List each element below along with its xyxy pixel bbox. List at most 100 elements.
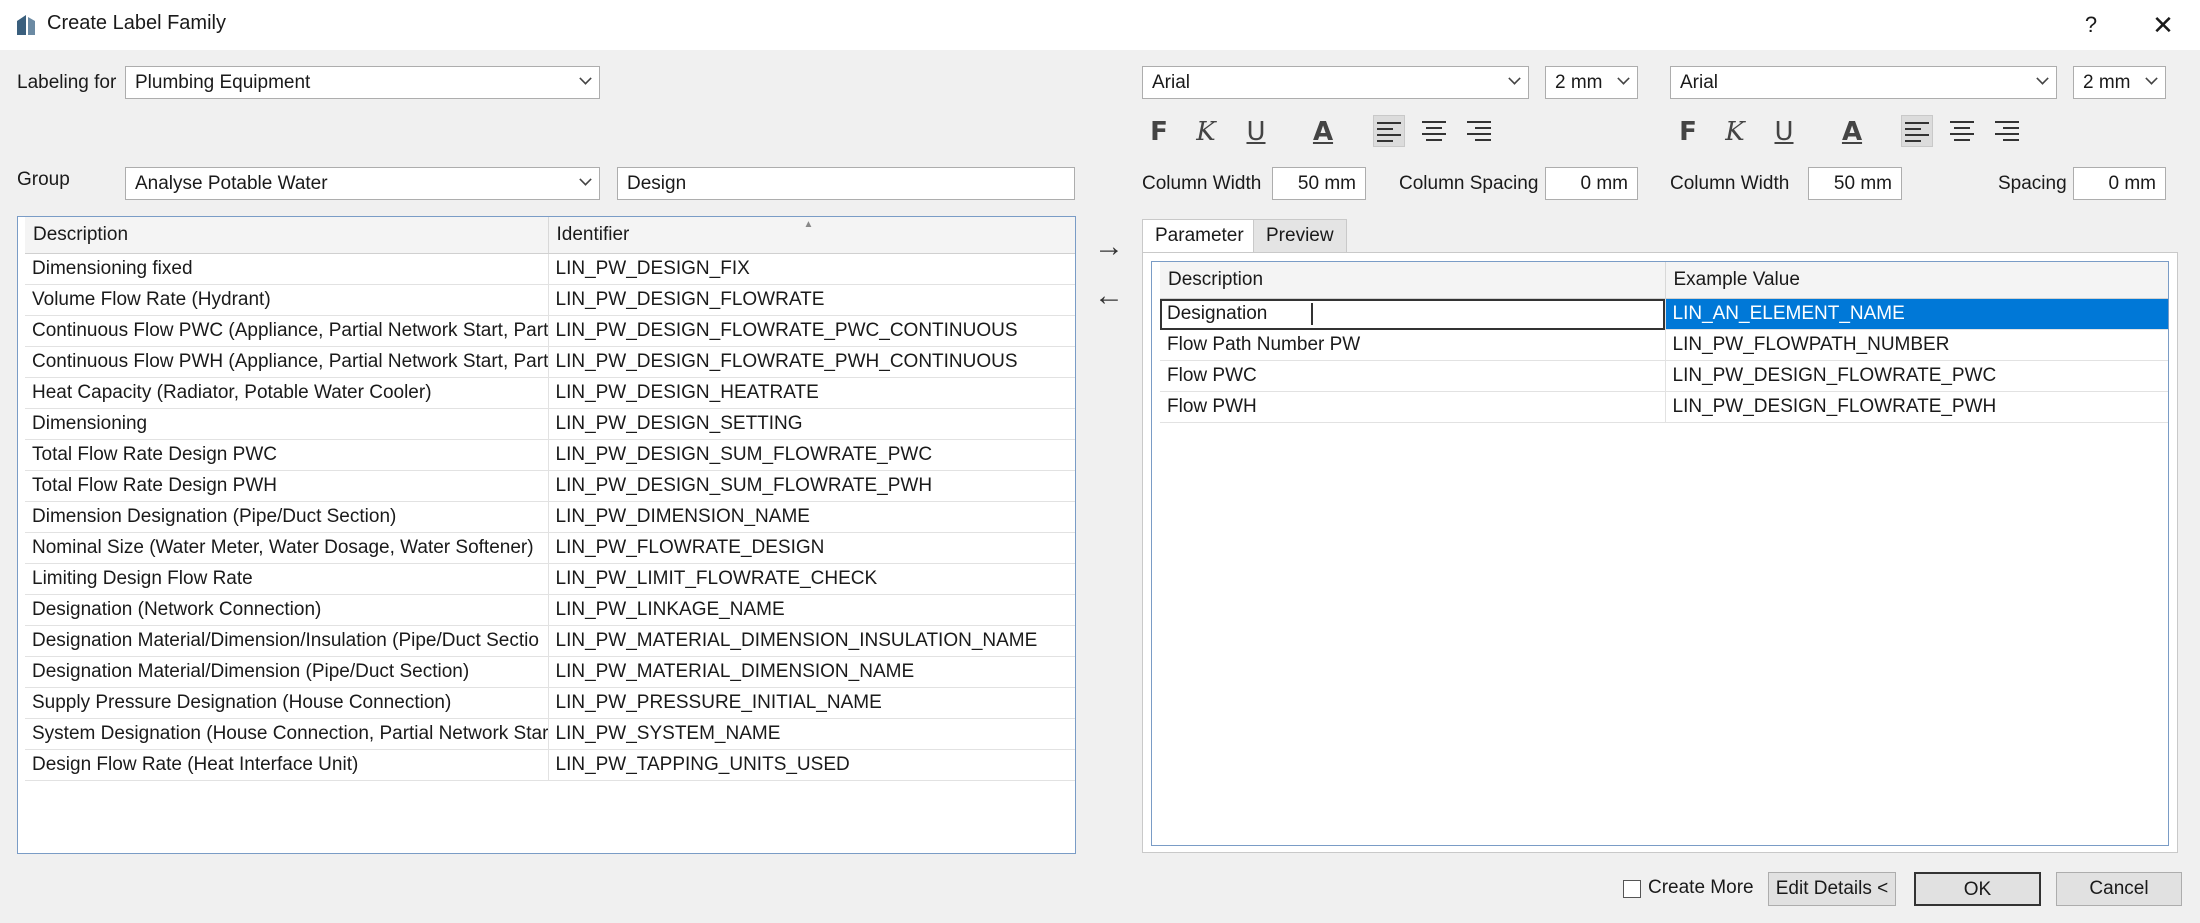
selected-parameters-list[interactable]: Description Example Value Designation LIN… [1151,261,2169,846]
window-title: Create Label Family [47,12,226,34]
left-font-family-dropdown[interactable]: Arial [1142,66,1529,99]
right-bold-button[interactable]: F [1672,116,1704,148]
left-font-color-button[interactable]: A [1307,116,1339,148]
right-underline-button[interactable]: U [1768,116,1800,148]
left-column-width-input[interactable]: 50 mm [1272,167,1366,200]
labeling-for-dropdown[interactable]: Plumbing Equipment [125,66,600,99]
group-filter-input[interactable]: Design [617,167,1075,200]
row-description: Designation Material/Dimension (Pipe/Duc… [25,656,549,688]
column-header-example-value[interactable]: Example Value [1665,262,2168,299]
table-row[interactable]: Limiting Design Flow Rate LIN_PW_LIMIT_FL… [25,563,1075,595]
chevron-down-icon [2036,72,2049,85]
column-header-description[interactable]: Description [1160,262,1666,299]
align-right-icon [1467,121,1491,141]
column-header-identifier-label: Identifier [556,224,630,245]
left-underline-button[interactable]: U [1240,116,1272,148]
table-row[interactable]: System Designation (House Connection, Pa… [25,718,1075,750]
table-row[interactable]: Dimensioning LIN_PW_DESIGN_SETTING [25,408,1075,440]
left-column-width-label: Column Width [1142,173,1262,194]
left-font-size-value: 2 mm [1555,72,1603,93]
left-align-left-button[interactable] [1373,115,1405,147]
add-parameter-button[interactable]: → [1089,232,1129,266]
row-description: Dimensioning fixed [25,253,549,285]
table-row[interactable]: Designation Material/Dimension/Insulatio… [25,625,1075,657]
create-more-checkbox[interactable] [1623,880,1641,898]
align-center-icon [1950,121,1974,141]
group-label: Group [17,169,70,190]
left-italic-button[interactable]: K [1190,116,1222,148]
row-description: Continuous Flow PWH (Appliance, Partial … [25,346,549,378]
right-column-width-input[interactable]: 50 mm [1808,167,1902,200]
align-center-icon [1422,121,1446,141]
table-row[interactable]: Continuous Flow PWC (Appliance, Partial … [25,315,1075,347]
table-row[interactable]: Flow PWC LIN_PW_DESIGN_FLOWRATE_PWC [1160,360,2168,392]
column-header-description[interactable]: Description [25,217,549,254]
tab-parameter[interactable]: Parameter [1142,219,1257,253]
cancel-button[interactable]: Cancel [2056,872,2182,906]
left-align-center-button[interactable] [1418,115,1450,147]
table-row[interactable]: Nominal Size (Water Meter, Water Dosage,… [25,532,1075,564]
table-row[interactable]: Supply Pressure Designation (House Conne… [25,687,1075,719]
edit-details-button[interactable]: Edit Details < [1768,872,1896,906]
right-font-family-dropdown[interactable]: Arial [1670,66,2057,99]
table-row[interactable]: Total Flow Rate Design PWC LIN_PW_DESIGN_… [25,439,1075,471]
left-bold-button[interactable]: F [1143,116,1175,148]
right-font-size-dropdown[interactable]: 2 mm [2073,66,2166,99]
row-description: Continuous Flow PWC (Appliance, Partial … [25,315,549,347]
row-description: Total Flow Rate Design PWH [25,470,549,502]
title-bar: Create Label Family ? ✕ [0,0,2200,50]
table-row[interactable]: Volume Flow Rate (Hydrant) LIN_PW_DESIGN_… [25,284,1075,316]
group-dropdown[interactable]: Analyse Potable Water [125,167,600,200]
parameter-tab-panel: Description Example Value Designation LIN… [1142,252,2178,853]
table-row[interactable]: Designation LIN_AN_ELEMENT_NAME [1160,298,2168,330]
row-description: Dimensioning [25,408,549,440]
table-row[interactable]: Design Flow Rate (Heat Interface Unit) LI… [25,749,1075,781]
table-row[interactable]: Designation (Network Connection) LIN_PW_L… [25,594,1075,626]
column-header-identifier[interactable]: Identifier ▲ [548,217,1075,254]
table-row[interactable]: Designation Material/Dimension (Pipe/Duc… [25,656,1075,688]
right-font-family-value: Arial [1680,72,1719,93]
row-description: Supply Pressure Designation (House Conne… [25,687,549,719]
row-example-value: LIN_PW_DESIGN_FLOWRATE_PWH [1665,391,2168,423]
row-description: Heat Capacity (Radiator, Potable Water C… [25,377,549,409]
group-value: Analyse Potable Water [135,173,328,194]
table-row[interactable]: Flow Path Number PW LIN_PW_FLOWPATH_NUMBE… [1160,329,2168,361]
ok-button[interactable]: OK [1914,872,2041,906]
table-row[interactable]: Flow PWH LIN_PW_DESIGN_FLOWRATE_PWH [1160,391,2168,423]
row-description: Flow Path Number PW [1160,329,1666,361]
left-column-spacing-input[interactable]: 0 mm [1545,167,1638,200]
table-row[interactable]: Dimension Designation (Pipe/Duct Section… [25,501,1075,533]
text-cursor-icon [1311,303,1313,325]
row-identifier: LIN_PW_FLOWRATE_DESIGN [548,532,1075,564]
align-right-icon [1995,121,2019,141]
chevron-down-icon [579,72,592,85]
row-identifier: LIN_PW_DESIGN_SUM_FLOWRATE_PWC [548,439,1075,471]
left-font-size-dropdown[interactable]: 2 mm [1545,66,1638,99]
tab-preview[interactable]: Preview [1253,219,1347,253]
right-align-left-button[interactable] [1901,115,1933,147]
right-font-color-button[interactable]: A [1836,116,1868,148]
right-italic-button[interactable]: K [1719,116,1751,148]
left-align-right-button[interactable] [1463,115,1495,147]
row-identifier: LIN_PW_LIMIT_FLOWRATE_CHECK [548,563,1075,595]
close-button[interactable]: ✕ [2145,8,2181,42]
right-align-center-button[interactable] [1946,115,1978,147]
table-row[interactable]: Total Flow Rate Design PWH LIN_PW_DESIGN_… [25,470,1075,502]
table-row[interactable]: Continuous Flow PWH (Appliance, Partial … [25,346,1075,378]
row-description: Flow PWH [1160,391,1666,423]
table-row[interactable]: Heat Capacity (Radiator, Potable Water C… [25,377,1075,409]
row-description: Limiting Design Flow Rate [25,563,549,595]
right-column-spacing-input[interactable]: 0 mm [2073,167,2166,200]
remove-parameter-button[interactable]: ← [1089,281,1129,315]
align-left-icon [1377,122,1401,142]
sort-ascending-icon: ▲ [803,219,814,230]
row-identifier: LIN_PW_DESIGN_FLOWRATE_PWH_CONTINUOUS [548,346,1075,378]
available-parameters-list[interactable]: Description Identifier ▲ Dimensioning fi… [17,216,1076,854]
row-identifier: LIN_PW_DIMENSION_NAME [548,501,1075,533]
row-description[interactable]: Designation [1160,298,1666,330]
table-row[interactable]: Dimensioning fixed LIN_PW_DESIGN_FIX [25,253,1075,285]
right-align-right-button[interactable] [1991,115,2023,147]
row-description-text: Designation [1167,303,1268,324]
help-button[interactable]: ? [2073,10,2109,40]
row-identifier: LIN_PW_DESIGN_SETTING [548,408,1075,440]
